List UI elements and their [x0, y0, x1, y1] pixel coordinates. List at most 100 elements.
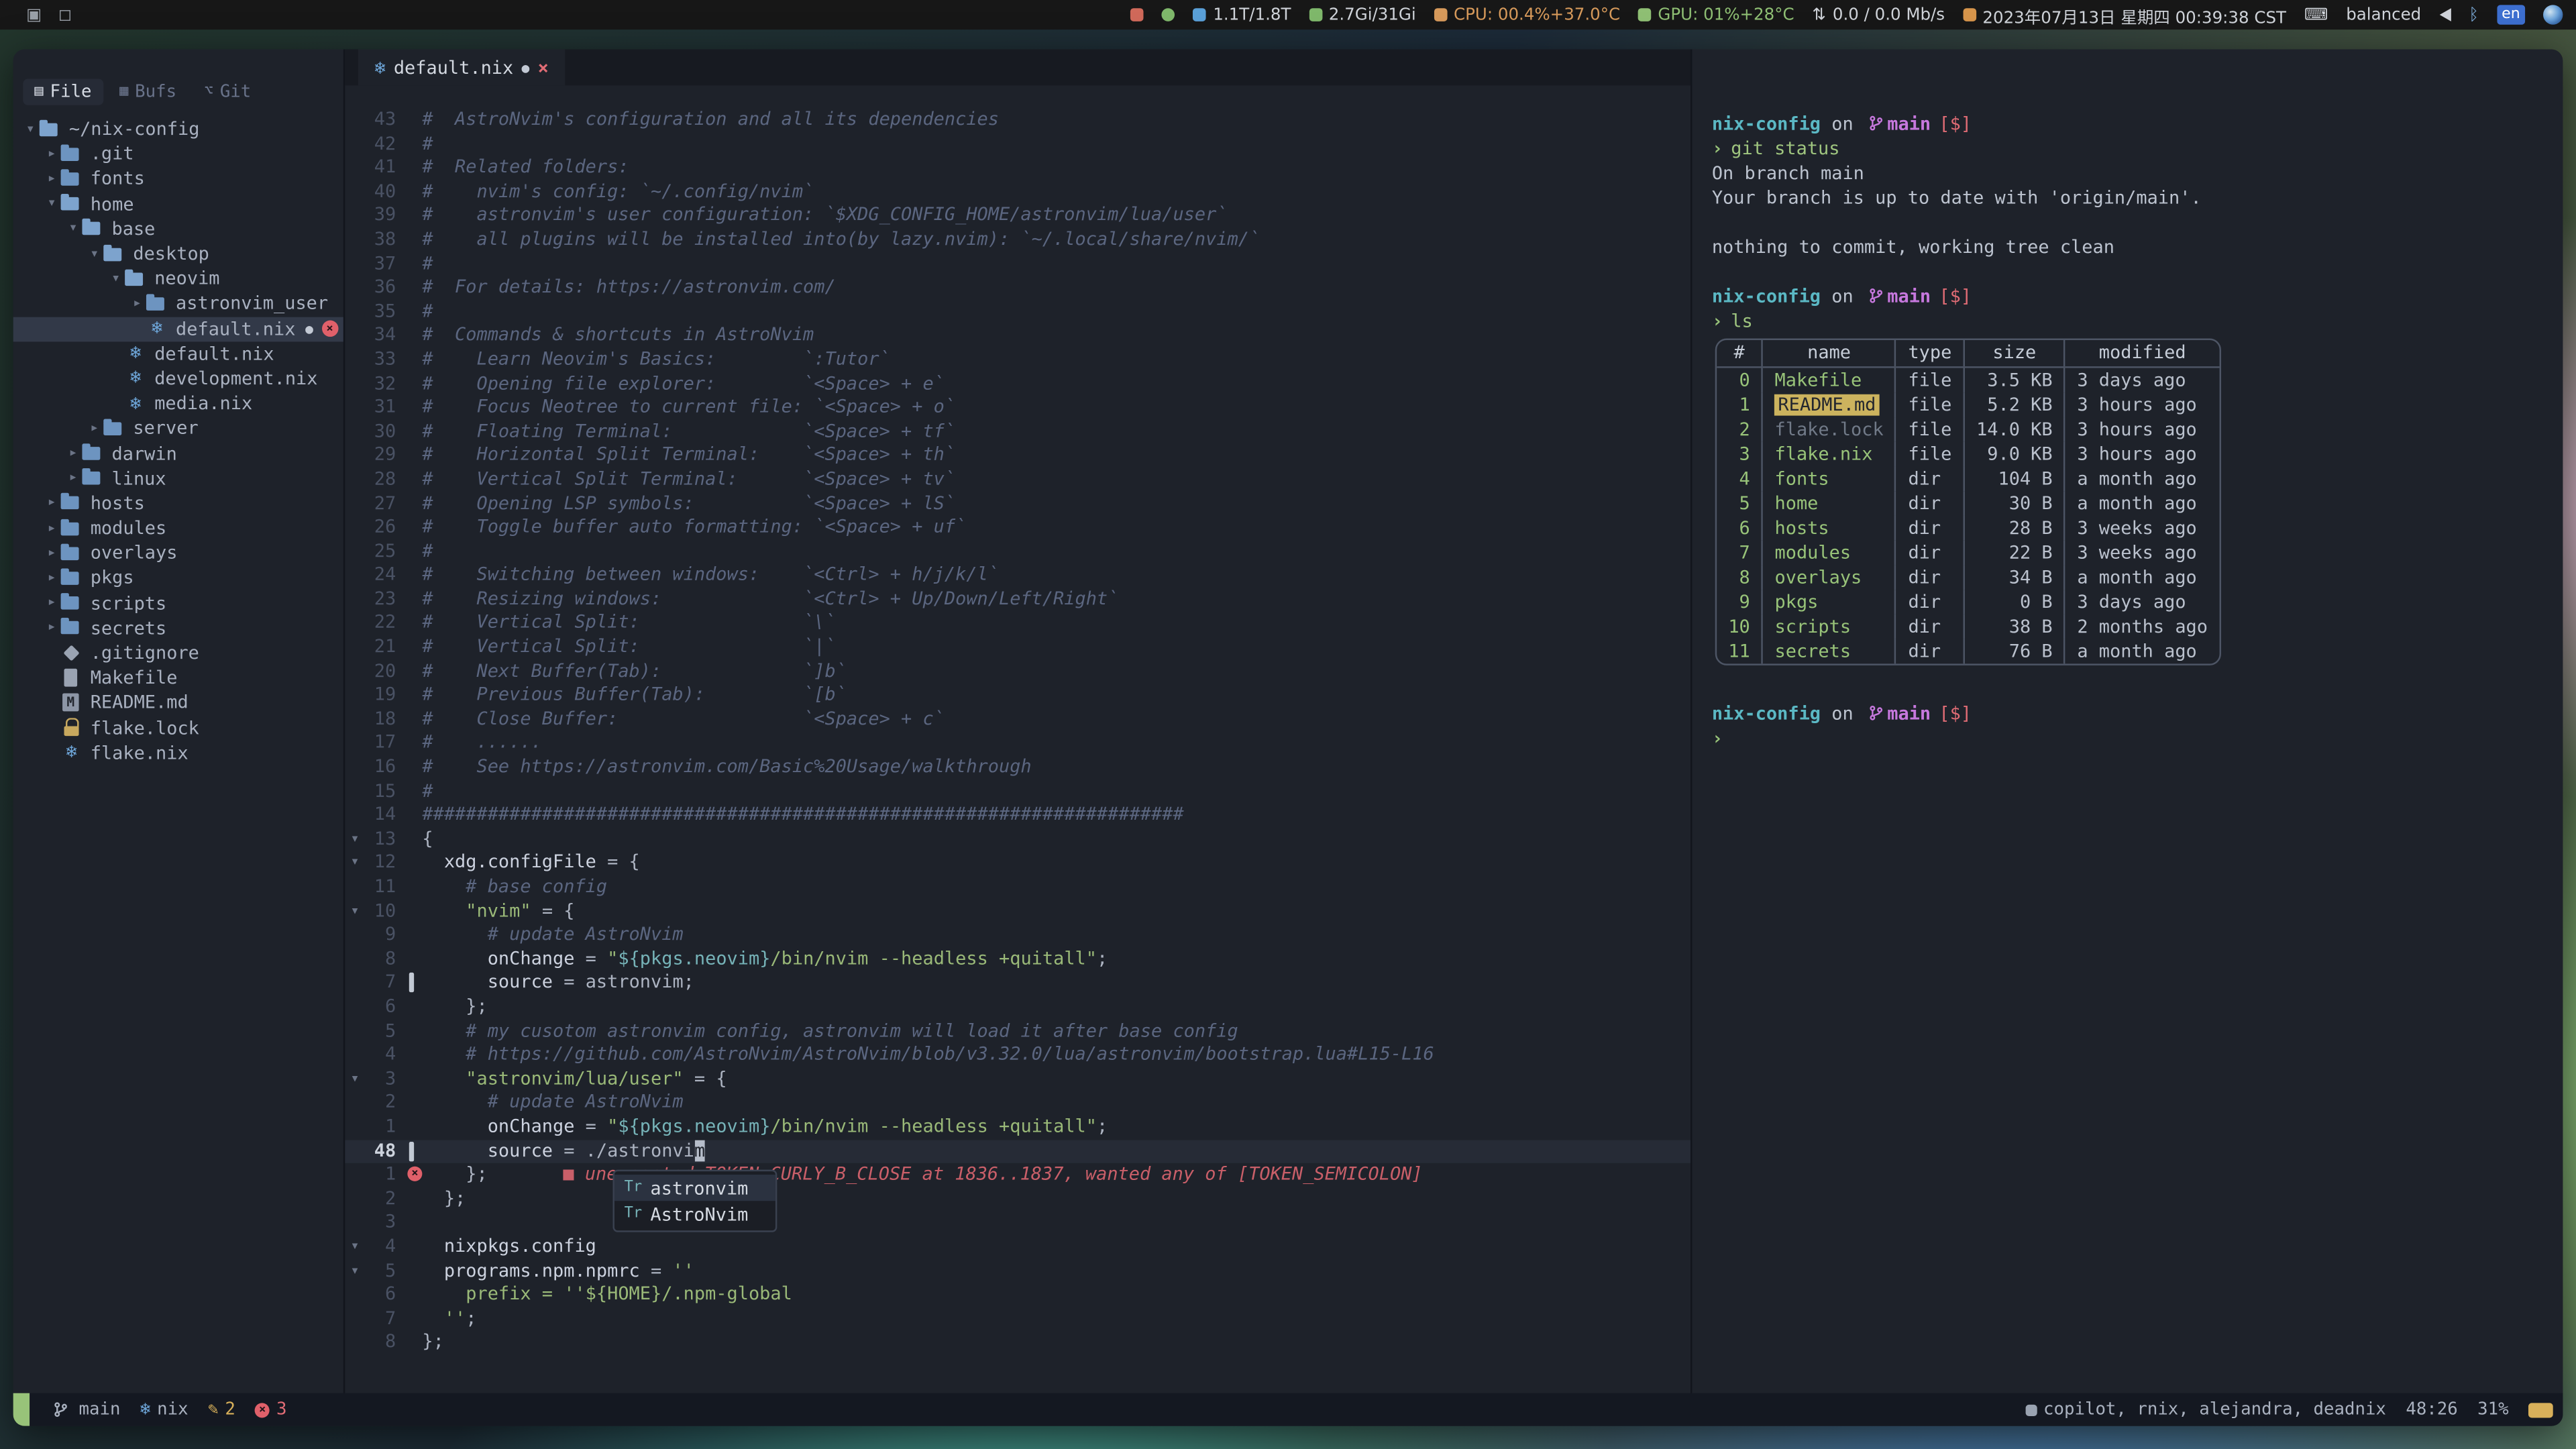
code-line[interactable]: 8};: [345, 1331, 1690, 1355]
code-line[interactable]: ▾13{: [345, 828, 1690, 852]
code-line[interactable]: 42#: [345, 132, 1690, 156]
neotree-tab-bufs[interactable]: ▦Bufs: [108, 79, 188, 105]
code-line[interactable]: 34# Commands & shortcuts in AstroNvim: [345, 324, 1690, 348]
code-line[interactable]: 7 '';: [345, 1307, 1690, 1332]
fold-chevron-icon[interactable]: ▾: [345, 1259, 364, 1283]
chevron-right-icon[interactable]: ▸: [43, 495, 61, 511]
command-line[interactable]: ›: [1712, 725, 2563, 750]
code-line[interactable]: 18# Close Buffer: `<Space> + c`: [345, 708, 1690, 732]
code-line[interactable]: 41# Related folders:: [345, 156, 1690, 180]
code-line[interactable]: 6 prefix = ''${HOME}/.npm-global: [345, 1283, 1690, 1307]
chevron-right-icon[interactable]: ▸: [43, 620, 61, 636]
code-line[interactable]: 9 # update AstroNvim: [345, 924, 1690, 948]
input-language-chip[interactable]: en: [2497, 5, 2525, 24]
chevron-right-icon[interactable]: ▸: [43, 520, 61, 536]
chevron-right-icon[interactable]: ▸: [43, 595, 61, 611]
statusline-changes[interactable]: ✎2: [208, 1400, 235, 1419]
code-line[interactable]: 48 source = ./astronvim: [345, 1139, 1690, 1163]
power-profile[interactable]: balanced: [2346, 6, 2421, 24]
statusline-filetype[interactable]: ❄nix: [140, 1400, 189, 1419]
code-line[interactable]: 2 # update AstroNvim: [345, 1091, 1690, 1116]
code-line[interactable]: 20# Next Buffer(Tab): `]b`: [345, 660, 1690, 684]
fold-chevron-icon[interactable]: ▾: [345, 852, 364, 876]
chevron-down-icon[interactable]: ▾: [21, 121, 40, 137]
tree-item[interactable]: ▸server: [13, 416, 343, 441]
screen-icon[interactable]: ◻: [58, 6, 72, 24]
tray-green-indicator-icon[interactable]: [1162, 8, 1175, 21]
code-line[interactable]: 35#: [345, 301, 1690, 325]
code-line[interactable]: 3: [345, 1212, 1690, 1236]
code-line[interactable]: 14######################################…: [345, 804, 1690, 828]
code-line[interactable]: 24# Switching between windows: `<Ctrl> +…: [345, 564, 1690, 588]
code-line[interactable]: 28# Vertical Split Terminal: `<Space> + …: [345, 468, 1690, 492]
code-line[interactable]: ▾10 "nvim" = {: [345, 900, 1690, 924]
chevron-right-icon[interactable]: ▸: [128, 296, 146, 312]
close-icon[interactable]: ×: [538, 56, 549, 78]
tree-item[interactable]: ❄development.nix: [13, 366, 343, 391]
code-line[interactable]: 43# AstroNvim's configuration and all it…: [345, 109, 1690, 133]
editor-buffer[interactable]: 43# AstroNvim's configuration and all it…: [345, 85, 1690, 1393]
code-line[interactable]: 26# Toggle buffer auto formatting: `<Spa…: [345, 516, 1690, 540]
code-line[interactable]: 19# Previous Buffer(Tab): `[b`: [345, 684, 1690, 708]
code-line[interactable]: 39# astronvim's user configuration: `$XD…: [345, 205, 1690, 229]
chevron-down-icon[interactable]: ▾: [107, 270, 125, 286]
tree-item[interactable]: README.md: [13, 690, 343, 715]
code-line[interactable]: 32# Opening file explorer: `<Space> + e`: [345, 372, 1690, 396]
tray-gpu[interactable]: GPU: 01%+28°C: [1638, 6, 1794, 24]
buffer-tab-default-nix[interactable]: ❄ default.nix ● ×: [358, 49, 565, 85]
code-line[interactable]: 40# nvim's config: `~/.config/nvim`: [345, 180, 1690, 205]
fold-chevron-icon[interactable]: ▾: [345, 900, 364, 924]
tree-item[interactable]: ❄media.nix: [13, 391, 343, 416]
code-line[interactable]: 15#: [345, 780, 1690, 804]
code-line[interactable]: 31# Focus Neotree to current file: `<Spa…: [345, 396, 1690, 421]
chevron-down-icon[interactable]: ▾: [64, 221, 83, 237]
tree-item[interactable]: flake.lock: [13, 716, 343, 741]
tree-item[interactable]: ▸fonts: [13, 166, 343, 191]
fold-chevron-icon[interactable]: ▾: [345, 828, 364, 852]
code-line[interactable]: 4 # https://github.com/AstroNvim/AstroNv…: [345, 1043, 1690, 1067]
tree-item[interactable]: ▸modules: [13, 516, 343, 541]
code-line[interactable]: ▾3 "astronvim/lua/user" = {: [345, 1067, 1690, 1091]
code-line[interactable]: 11 # base config: [345, 875, 1690, 900]
tray-red-indicator-icon[interactable]: [1131, 8, 1144, 21]
neotree-tab-git[interactable]: ⌥Git: [193, 79, 263, 105]
code-line[interactable]: ▾5 programs.npm.npmrc = '': [345, 1259, 1690, 1283]
code-line[interactable]: 17# ......: [345, 732, 1690, 756]
chevron-right-icon[interactable]: ▸: [43, 545, 61, 561]
tree-item[interactable]: ▾base: [13, 217, 343, 241]
code-line[interactable]: 5 # my cusotom astronvim config, astronv…: [345, 1020, 1690, 1044]
statusline-git-branch[interactable]: main: [49, 1400, 120, 1419]
code-line[interactable]: 21# Vertical Split: `|`: [345, 636, 1690, 660]
tree-item[interactable]: ▸overlays: [13, 541, 343, 566]
code-line[interactable]: 22# Vertical Split: `\`: [345, 612, 1690, 636]
code-line[interactable]: 7 source = astronvim;: [345, 971, 1690, 996]
tree-item[interactable]: ▾neovim: [13, 266, 343, 291]
bluetooth-icon[interactable]: ᛒ: [2469, 6, 2479, 24]
tree-item[interactable]: ▸secrets: [13, 616, 343, 641]
tree-item[interactable]: ▸linux: [13, 466, 343, 491]
chevron-right-icon[interactable]: ▸: [85, 421, 103, 437]
tree-item[interactable]: ❄default.nix: [13, 341, 343, 366]
chevron-right-icon[interactable]: ▸: [43, 146, 61, 162]
tray-clock[interactable]: 2023年07月13日 星期四 00:39:38 CST: [1963, 3, 2286, 28]
tray-network[interactable]: ⇅0.0 / 0.0 Mb/s: [1813, 6, 1945, 24]
code-line[interactable]: 38# all plugins will be installed into(b…: [345, 228, 1690, 252]
tree-item[interactable]: ▸darwin: [13, 441, 343, 466]
tree-item[interactable]: ▸pkgs: [13, 566, 343, 590]
tree-item[interactable]: ▸scripts: [13, 591, 343, 616]
tray-disk[interactable]: 1.1T/1.8T: [1193, 6, 1291, 24]
fold-chevron-icon[interactable]: ▾: [345, 1067, 364, 1091]
code-line[interactable]: 27# Opening LSP symbols: `<Space> + lS`: [345, 492, 1690, 516]
terminal-panel[interactable]: nix-config on main[$] ›git status On bra…: [1692, 49, 2563, 1393]
speaker-icon[interactable]: [2439, 8, 2451, 21]
tree-item[interactable]: ▾~/nix-config: [13, 117, 343, 142]
completion-item[interactable]: Trastronvim: [614, 1175, 775, 1201]
code-line[interactable]: 25#: [345, 540, 1690, 564]
tree-item[interactable]: ▸astronvim_user: [13, 291, 343, 316]
tree-item[interactable]: ▾desktop: [13, 241, 343, 266]
code-line[interactable]: 30# Floating Terminal: `<Space> + tf`: [345, 420, 1690, 444]
statusline-lsp-clients[interactable]: copilot, rnix, alejandra, deadnix: [2025, 1400, 2386, 1419]
code-line[interactable]: 36# For details: https://astronvim.com/: [345, 276, 1690, 301]
tree-item[interactable]: ▸.git: [13, 142, 343, 166]
code-line[interactable]: 8 onChange = "${pkgs.neovim}/bin/nvim --…: [345, 948, 1690, 972]
